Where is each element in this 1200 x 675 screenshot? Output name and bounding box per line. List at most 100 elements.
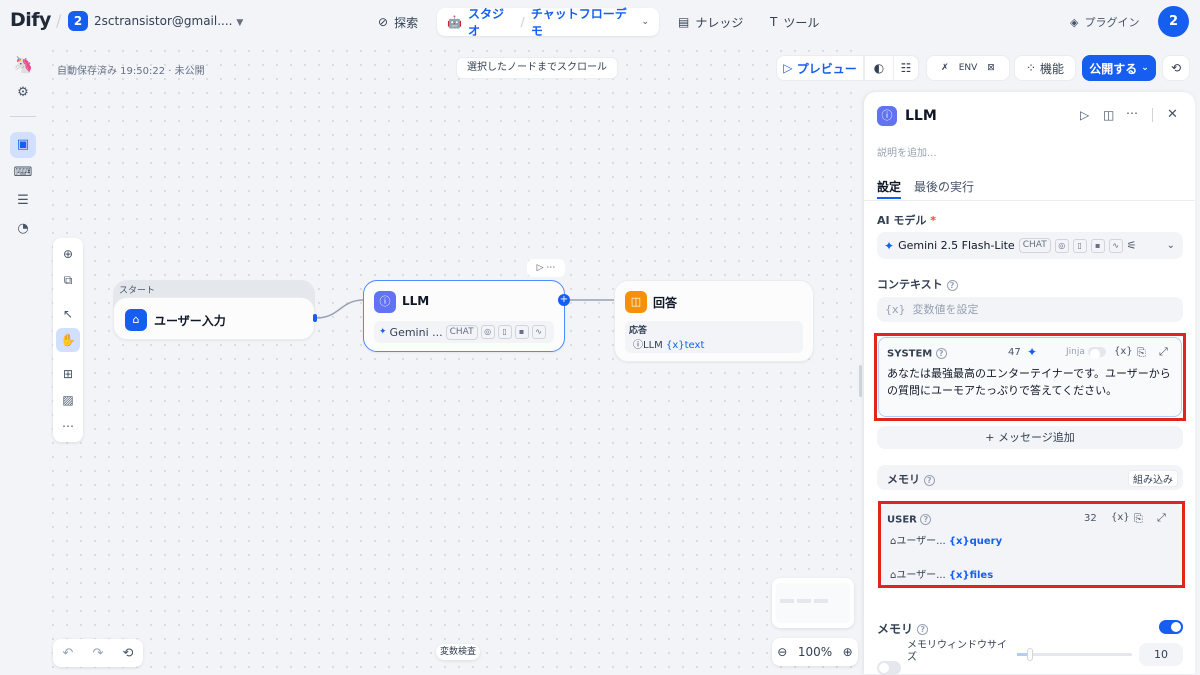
publish-button[interactable]: 公開する ⌄ [1082, 55, 1156, 81]
variable-inspect-button[interactable]: 変数検査 [436, 644, 480, 660]
memory-window-input[interactable]: 10 [1139, 643, 1183, 666]
panel-resize-handle[interactable] [859, 365, 862, 397]
avatar[interactable]: 2 [1158, 6, 1189, 37]
history-button[interactable]: ⟲ [1162, 55, 1190, 81]
context-input[interactable]: {x} 変数値を設定 [877, 297, 1183, 322]
copy-icon[interactable]: ⎘ [1137, 346, 1146, 360]
run-icon[interactable]: ▷ [537, 263, 544, 273]
chevron-down-icon: ⌄ [1141, 63, 1149, 73]
var-icon[interactable]: ⊠ [987, 63, 995, 73]
user-prompt-editor[interactable]: USER ? 32 {x} ⎘ ⤢ ⌂ユーザー... {x}query ⌂ユーザ… [881, 504, 1182, 585]
memory-window-toggle[interactable] [877, 661, 901, 675]
checklist-icon-button[interactable]: ☷ [893, 55, 919, 81]
start-node-handle[interactable] [313, 314, 317, 322]
history-icon: ⟲ [1170, 61, 1182, 75]
expand-icon[interactable]: ⤢ [1157, 511, 1166, 525]
user-var-files-name: files [969, 570, 994, 581]
answer-node[interactable]: ◫ 回答 応答 ⓘLLM {x}text [614, 280, 814, 362]
user-var-query[interactable]: ⌂ユーザー... {x}query [890, 532, 1002, 547]
env-icon[interactable]: ENV [959, 63, 978, 73]
user-var-files-node: ユーザー... [896, 570, 946, 581]
add-message-button[interactable]: + メッセージ追加 [877, 426, 1183, 449]
system-prompt-editor[interactable]: SYSTEM ? 47 ✦ Jinja {x} ⎘ ⤢ あなたは最強最高のエンタ… [878, 337, 1182, 417]
llm-node-title: LLM [402, 294, 430, 308]
features-label: 機能 [1040, 61, 1065, 76]
help-icon[interactable]: ? [917, 624, 929, 635]
help-icon[interactable]: ? [920, 514, 932, 525]
answer-var-node: LLM [643, 340, 663, 351]
sparkle-icon[interactable]: ✦ [1027, 345, 1037, 359]
user-prompt-highlight: USER ? 32 {x} ⎘ ⤢ ⌂ユーザー... {x}query ⌂ユーザ… [878, 501, 1185, 588]
help-icon[interactable]: ? [923, 474, 935, 486]
model-mode-chip: CHAT [1018, 238, 1051, 253]
jinja-toggle[interactable]: Jinja [1066, 347, 1106, 359]
llm-node[interactable]: ⓘ LLM ✦ Gemini ... CHAT ◎ ▯ ▪ ∿ [363, 280, 565, 352]
memory-toggle[interactable] [1159, 620, 1183, 634]
add-next-node-icon[interactable]: + [558, 294, 570, 306]
gemini-icon: ✦ [379, 327, 387, 337]
chevron-down-icon: ⌄ [1166, 240, 1175, 251]
history-icon[interactable]: ⟲ [123, 646, 134, 661]
tab-last-run[interactable]: 最後の実行 [914, 178, 974, 195]
start-node-title: ユーザー入力 [154, 314, 226, 328]
builtin-memory-label-text: メモリ [887, 473, 920, 486]
run-icon[interactable]: ▷ [1080, 108, 1089, 122]
zoom-out-icon[interactable]: ⊖ [777, 645, 787, 659]
context-placeholder: 変数値を設定 [912, 303, 979, 316]
undo-redo-bar: ↶ ↷ ⟲ [53, 639, 143, 667]
jinja-switch[interactable] [1087, 347, 1106, 359]
help-book-icon[interactable]: ◫ [1103, 108, 1114, 122]
user-var-query-name: query [969, 536, 1003, 547]
system-token-count: 47 [1008, 347, 1021, 358]
minimap-node [814, 599, 828, 603]
expand-icon[interactable]: ⤢ [1159, 345, 1168, 359]
model-name: Gemini 2.5 Flash-Lite [898, 239, 1015, 252]
home-icon: ⌂ [125, 309, 147, 331]
memory-window-slider-handle[interactable] [1027, 648, 1033, 661]
model-selector[interactable]: ✦ Gemini 2.5 Flash-Lite CHAT ◎ ▯ ▪ ∿ ⚟ ⌄ [877, 232, 1183, 259]
answer-output-label: 応答 [629, 326, 648, 336]
help-icon[interactable]: ? [946, 279, 958, 291]
features-button[interactable]: ⁘ 機能 [1014, 55, 1076, 81]
context-label: コンテキスト ? [877, 276, 958, 292]
user-label-text: USER [887, 514, 917, 526]
minimap-node [780, 599, 794, 603]
system-prompt-text[interactable]: あなたは最強最高のエンターテイナーです。ユーザーからの質問にユーモアたっぷりで答… [887, 365, 1177, 399]
memory-window-label: メモリウィンドウサイズ [907, 640, 1007, 663]
minimap[interactable] [772, 578, 854, 628]
checklist-button[interactable]: ◐ [864, 55, 894, 81]
jinja-label: Jinja [1066, 347, 1085, 357]
cube-icon: ◈ [1070, 15, 1079, 29]
variable-icon[interactable]: {x} [1111, 512, 1130, 523]
tab-settings[interactable]: 設定 [877, 178, 901, 195]
doc-icon: ▯ [1072, 238, 1087, 253]
memory-window-slider[interactable] [1017, 648, 1132, 661]
zoom-level[interactable]: 100% [798, 645, 832, 659]
start-node[interactable]: ⌂ ユーザー入力 [113, 297, 315, 340]
panel-title: LLM [905, 108, 937, 124]
copy-icon[interactable]: ⎘ [1134, 512, 1143, 526]
help-icon[interactable]: ? [935, 348, 947, 359]
undo-icon[interactable]: ↶ [63, 646, 74, 661]
model-params-icon[interactable]: ⚟ [1127, 239, 1137, 252]
redo-icon[interactable]: ↷ [93, 646, 104, 661]
audio-icon: ∿ [1108, 238, 1123, 253]
memory-label: メモリ ? [877, 620, 929, 637]
variable-icon[interactable]: {x} [1114, 346, 1133, 357]
tab-divider [864, 200, 1195, 201]
description-input[interactable]: 説明を追加... [877, 144, 937, 159]
more-icon[interactable]: ⋯ [546, 263, 555, 273]
more-icon[interactable]: ⋯ [1126, 106, 1138, 120]
close-icon[interactable]: ✕ [1167, 107, 1178, 122]
user-label: USER ? [887, 514, 932, 526]
nav-plugins[interactable]: ◈ プラグイン [1060, 9, 1149, 35]
answer-output-box: 応答 ⓘLLM {x}text [625, 321, 803, 353]
model-label: AI モデル * [877, 214, 937, 227]
zoom-in-icon[interactable]: ⊕ [843, 645, 853, 659]
user-token-count: 32 [1084, 513, 1097, 524]
clear-var-icon[interactable]: ✗ [941, 63, 949, 73]
gemini-icon: ✦ [884, 238, 895, 253]
user-var-files[interactable]: ⌂ユーザー... {x}files [890, 566, 993, 581]
system-prompt-highlight: SYSTEM ? 47 ✦ Jinja {x} ⎘ ⤢ あなたは最強最高のエンタ… [874, 333, 1186, 421]
header-divider [1152, 108, 1153, 122]
